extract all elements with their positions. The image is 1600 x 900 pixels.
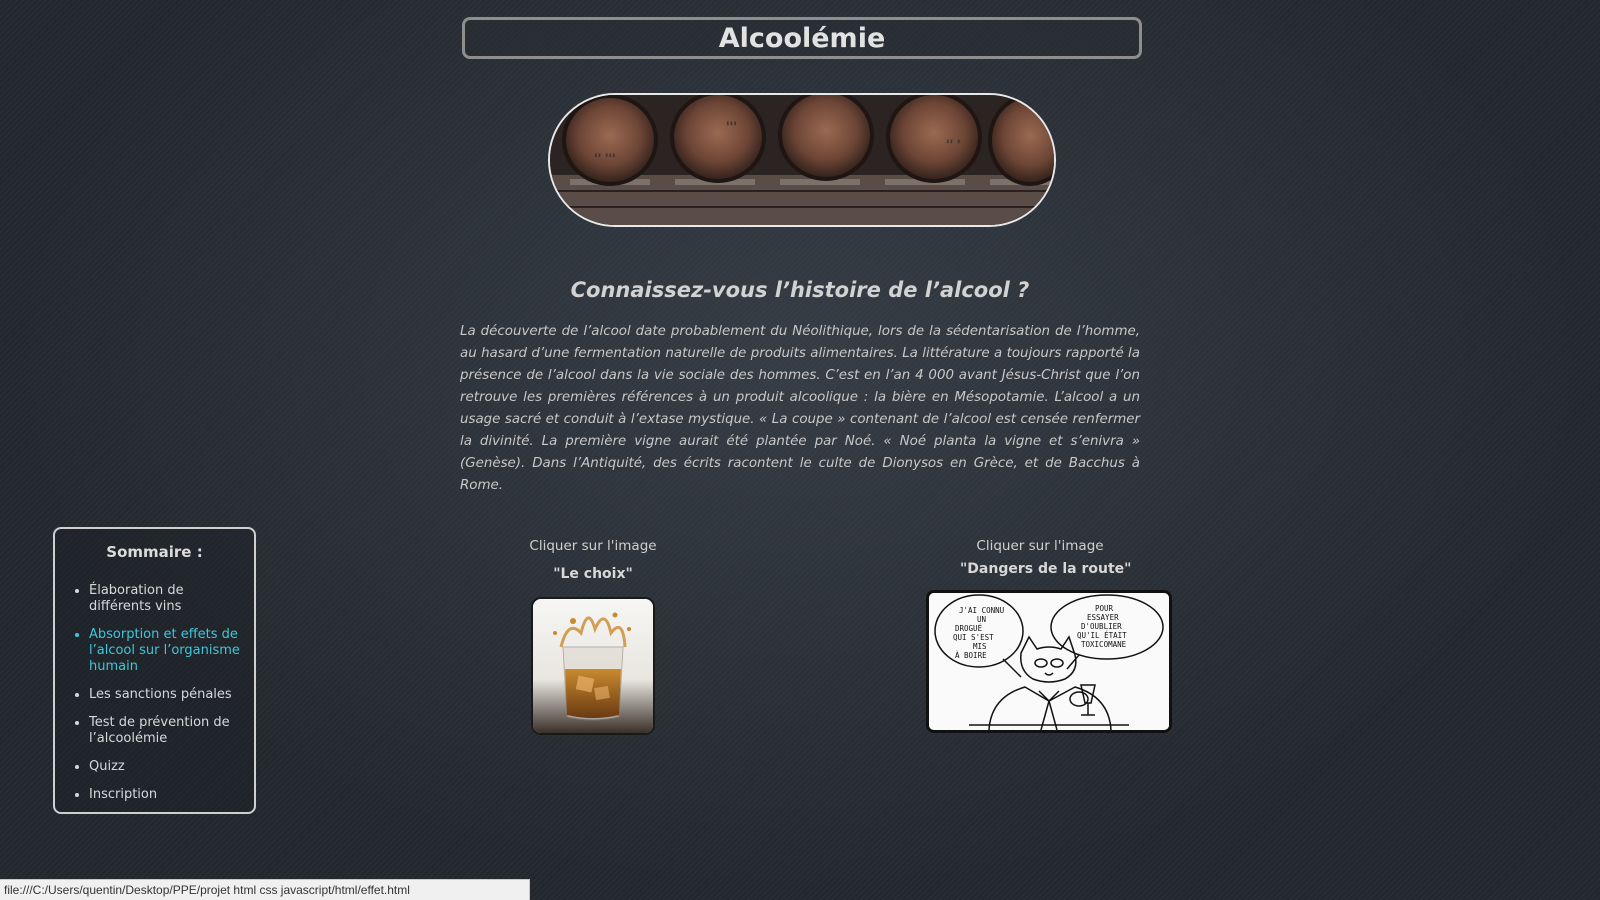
browser-status-bar: file:///C:/Users/quentin/Desktop/PPE/pro… [0,879,530,900]
cartoon-right-line-1: POUR [1095,604,1114,613]
sommaire-item-absorption-effets[interactable]: Absorption et effets de l’alcool sur l’o… [89,627,244,675]
sommaire-panel: Sommaire : Élaboration de différents vin… [53,527,256,814]
cartoon-right-line-4: QU'IL ÉTAIT [1077,631,1127,640]
banner-image: ▮▮ ▮▮▮ ▮▮▮ ▮▮ ▮ [548,93,1056,227]
le-choix-image-link[interactable] [531,597,655,735]
sommaire-item-test-prevention[interactable]: Test de prévention de l’alcoolémie [89,715,244,747]
article-heading: Connaissez-vous l’histoire de l’alcool ? [570,278,1030,302]
cartoon-right-line-3: D'OUBLIER [1081,622,1122,631]
cartoon-left-line-1: J'AI CONNU [959,606,1004,615]
sommaire-item-quizz[interactable]: Quizz [89,759,244,775]
cartoon-left-line-2: UN [977,615,986,624]
card-dangers-title: "Dangers de la route" [960,561,1132,577]
card-choix-caption: Cliquer sur l'image [529,538,657,554]
cartoon-left-line-5: MIS [973,642,987,651]
cartoon-left-line-3: DROGUÉ [955,624,983,633]
sommaire-title: Sommaire : [106,543,203,561]
title-box: Alcoolémie [462,17,1142,59]
svg-text:▮▮ ▮: ▮▮ ▮ [946,138,960,145]
sommaire-list: Élaboration de différents vins Absorptio… [55,583,254,803]
card-choix-title: "Le choix" [553,566,633,582]
cartoon-left-line-4: QUI S'EST [953,633,994,642]
card-dangers-caption: Cliquer sur l'image [976,538,1104,554]
cartoon-cat-icon: J'AI CONNU UN DROGUÉ QUI S'EST MIS À BOI… [929,593,1169,730]
page-title: Alcoolémie [718,22,886,54]
sommaire-item-elaboration-vins[interactable]: Élaboration de différents vins [89,583,244,615]
status-url: file:///C:/Users/quentin/Desktop/PPE/pro… [4,883,410,897]
cartoon-right-line-5: TOXICOMANE [1081,640,1127,649]
cartoon-right-line-2: ESSAYER [1087,613,1119,622]
whisky-glass-icon [533,599,653,733]
svg-text:▮▮ ▮▮▮: ▮▮ ▮▮▮ [594,152,616,159]
dangers-route-image-link[interactable]: J'AI CONNU UN DROGUÉ QUI S'EST MIS À BOI… [926,590,1172,733]
wine-barrels-icon: ▮▮ ▮▮▮ ▮▮▮ ▮▮ ▮ [550,95,1054,225]
sommaire-item-sanctions-penales[interactable]: Les sanctions pénales [89,687,244,703]
svg-text:▮▮▮: ▮▮▮ [726,120,737,127]
article-body: La découverte de l’alcool date probablem… [460,324,1140,493]
cartoon-left-line-6: À BOIRE [955,651,987,660]
sommaire-item-inscription[interactable]: Inscription [89,787,244,803]
